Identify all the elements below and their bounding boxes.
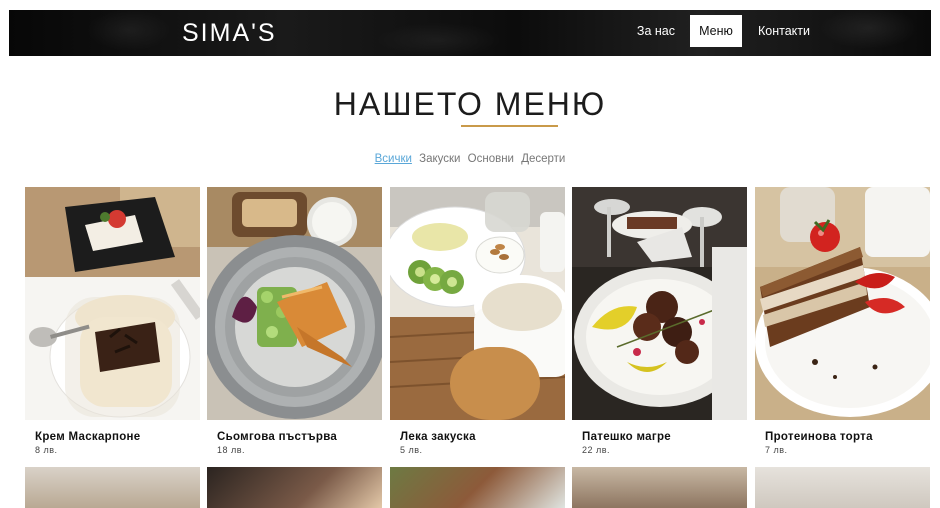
filter-all[interactable]: Всички xyxy=(375,153,412,165)
dish-name: Патешко магре xyxy=(582,431,671,443)
page-title: НАШЕТО МЕНЮ xyxy=(333,86,607,122)
nav-item-menu[interactable]: Меню xyxy=(690,15,742,47)
brand-logo[interactable]: SIMA'S xyxy=(182,19,277,48)
filter-appetizers[interactable]: Закуски xyxy=(419,153,460,165)
dish-photo[interactable] xyxy=(390,187,565,420)
menu-card[interactable]: Сьомгова пъстърва 18 лв. xyxy=(207,187,382,455)
dish-price: 7 лв. xyxy=(765,445,788,455)
dish-name: Протеинова торта xyxy=(765,431,873,443)
dish-price: 18 лв. xyxy=(217,445,246,455)
dish-photo[interactable] xyxy=(755,187,930,420)
dish-name: Лека закуска xyxy=(400,431,476,443)
dish-photo[interactable] xyxy=(25,187,200,420)
menu-card[interactable]: Крем Маскарпоне 8 лв. xyxy=(25,187,200,455)
dish-photo[interactable] xyxy=(572,467,747,508)
dish-photo[interactable] xyxy=(390,467,565,508)
dish-price: 8 лв. xyxy=(35,445,58,455)
dish-price: 5 лв. xyxy=(400,445,423,455)
top-navbar: SIMA'S За нас Меню Контакти xyxy=(9,10,931,56)
dish-photo[interactable] xyxy=(207,187,382,420)
filter-desserts[interactable]: Десерти xyxy=(521,153,565,165)
dish-price: 22 лв. xyxy=(582,445,611,455)
filter-mains[interactable]: Основни xyxy=(468,153,514,165)
title-underline xyxy=(461,125,558,127)
dish-name: Сьомгова пъстърва xyxy=(217,431,338,443)
nav-item-contacts[interactable]: Контакти xyxy=(750,15,818,47)
menu-card[interactable]: Лека закуска 5 лв. xyxy=(390,187,565,455)
menu-card[interactable]: Патешко магре 22 лв. xyxy=(572,187,747,455)
dish-photo[interactable] xyxy=(25,467,200,508)
dish-photo[interactable] xyxy=(755,467,930,508)
dish-photo[interactable] xyxy=(572,187,747,420)
menu-filters: Всички Закуски Основни Десерти xyxy=(0,153,940,165)
nav-item-about[interactable]: За нас xyxy=(629,15,683,47)
main-nav: За нас Меню Контакти xyxy=(629,15,931,47)
dish-photo[interactable] xyxy=(207,467,382,508)
dish-name: Крем Маскарпоне xyxy=(35,431,141,443)
menu-card[interactable]: Протеинова торта 7 лв. xyxy=(755,187,930,455)
